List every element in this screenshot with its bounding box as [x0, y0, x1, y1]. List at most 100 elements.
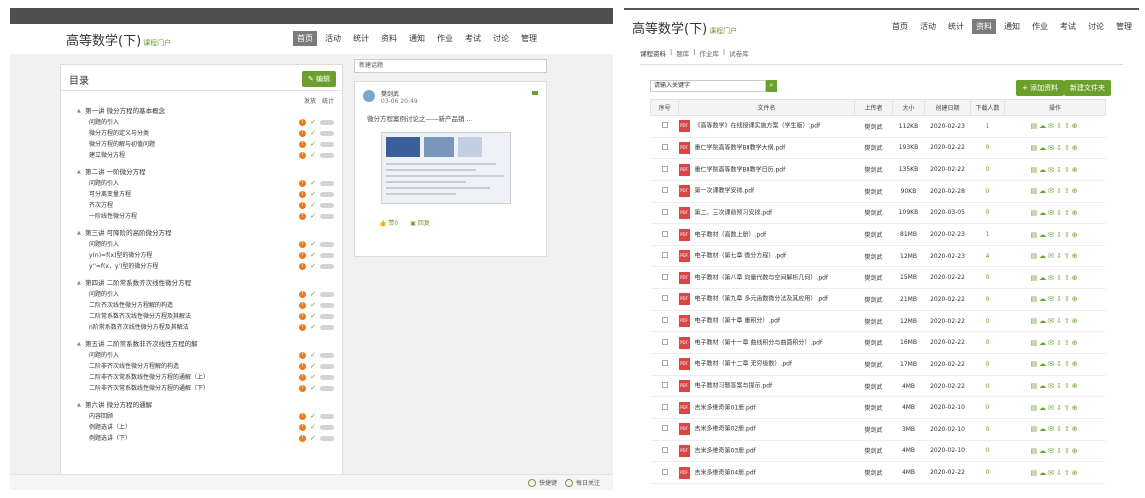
message-icon[interactable]: ✉: [1048, 404, 1056, 412]
file-name-link[interactable]: 《高等数学》在线授课实施方案（学生版）.pdf: [695, 123, 821, 130]
table-row[interactable]: PDF 重仁学院高等数学BⅡ教学大纲.pdf 樊剑武 193KB 2020-02-22 0…: [650, 137, 1106, 160]
more-icon[interactable]: ⊕: [1072, 295, 1080, 303]
upload-icon[interactable]: ☁: [1039, 122, 1048, 130]
alert-icon[interactable]: !: [299, 291, 307, 298]
message-icon[interactable]: ✉: [1048, 339, 1056, 347]
alert-icon[interactable]: !: [299, 263, 307, 270]
row-checkbox[interactable]: [661, 143, 668, 150]
message-icon[interactable]: ✉: [1048, 209, 1056, 217]
chapter-title[interactable]: ▲ 第一讲 微分方程的基本概念: [77, 105, 334, 117]
edit-button[interactable]: ✎ 编辑: [301, 71, 336, 87]
section-item[interactable]: 一阶线性微分方程! ✓: [77, 211, 334, 222]
alert-icon[interactable]: !: [299, 435, 307, 442]
nav-item[interactable]: 首页: [888, 19, 912, 34]
alert-icon[interactable]: !: [299, 152, 307, 159]
menu-icon[interactable]: [532, 91, 538, 95]
message-icon[interactable]: ✉: [1048, 122, 1056, 130]
nav-item[interactable]: 管理: [517, 31, 541, 46]
nav-item[interactable]: 作业: [1028, 19, 1052, 34]
nav-item[interactable]: 作业: [433, 31, 457, 46]
new-folder-button[interactable]: 新建文件夹: [1064, 80, 1111, 96]
upload-icon[interactable]: ☁: [1039, 447, 1048, 455]
download-icon[interactable]: ⇩: [1056, 360, 1064, 368]
section-item[interactable]: 微分方程的解与初值问题! ✓: [77, 139, 334, 150]
view-icon[interactable]: ▤: [1030, 469, 1039, 477]
section-item[interactable]: 例题选讲（上）! ✓: [77, 422, 334, 433]
message-icon[interactable]: ✉: [1048, 295, 1056, 303]
upload-icon[interactable]: ☁: [1039, 360, 1048, 368]
section-item[interactable]: 问题的引入! ✓: [77, 178, 334, 189]
more-icon[interactable]: ⊕: [1072, 469, 1080, 477]
post-title[interactable]: 微分方程案例讨论之——新产品销 ...: [367, 113, 473, 123]
message-icon[interactable]: ✉: [1048, 187, 1056, 195]
tab-item[interactable]: 题库: [676, 48, 689, 58]
view-icon[interactable]: ▤: [1030, 360, 1039, 368]
column-header[interactable]: 文件名: [678, 99, 855, 116]
message-icon[interactable]: ✉: [1048, 360, 1056, 368]
nav-item[interactable]: 通知: [1000, 19, 1024, 34]
table-row[interactable]: PDF 电子教材（第十二章 无穷级数）.pdf 樊剑武 17MB 2020-02-22 0…: [650, 353, 1106, 376]
share-icon[interactable]: ⇧: [1064, 425, 1072, 433]
download-icon[interactable]: ⇩: [1056, 469, 1064, 477]
column-header[interactable]: 下载人数: [970, 99, 1005, 116]
section-item[interactable]: 内容回顾! ✓: [77, 411, 334, 422]
share-icon[interactable]: ⇧: [1064, 295, 1072, 303]
daily-focus-button[interactable]: 每日关注: [565, 478, 600, 487]
view-icon[interactable]: ▤: [1030, 231, 1039, 239]
section-item[interactable]: 问题的引入! ✓: [77, 289, 334, 300]
collapse-arrow-icon[interactable]: ▲: [77, 399, 85, 411]
alert-icon[interactable]: !: [299, 252, 307, 259]
more-icon[interactable]: ⊕: [1072, 231, 1080, 239]
table-row[interactable]: PDF 电子教材（第十一章 曲线积分与曲面积分）.pdf 樊剑武 16MB 2020-0…: [650, 331, 1106, 355]
download-icon[interactable]: ⇩: [1056, 187, 1064, 195]
row-checkbox[interactable]: [661, 165, 668, 172]
alert-icon[interactable]: !: [299, 374, 307, 381]
file-name-link[interactable]: 吉米多维奇第01册.pdf: [695, 404, 756, 411]
post-thumbnail[interactable]: [381, 132, 511, 204]
section-item[interactable]: 二阶常系数齐次线性微分方程及其解法! ✓: [77, 311, 334, 322]
section-item[interactable]: 可分离变量方程! ✓: [77, 189, 334, 200]
view-icon[interactable]: ▤: [1030, 317, 1039, 325]
section-item[interactable]: 建立微分方程! ✓: [77, 150, 334, 161]
alert-icon[interactable]: !: [299, 141, 307, 148]
chapter-title[interactable]: ▲ 第二讲 一阶微分方程: [77, 166, 334, 178]
table-row[interactable]: PDF 《高等数学》在线授课实施方案（学生版）.pdf 樊剑武 112KB 2020-0…: [650, 115, 1106, 138]
download-icon[interactable]: ⇩: [1056, 274, 1064, 282]
table-row[interactable]: PDF 重仁学院高等数学BⅡ教学日历.pdf 樊剑武 135KB 2020-02-22 0…: [650, 158, 1106, 181]
section-item[interactable]: 齐次方程! ✓: [77, 200, 334, 211]
row-checkbox[interactable]: [661, 317, 668, 324]
message-icon[interactable]: ✉: [1048, 317, 1056, 325]
row-checkbox[interactable]: [661, 360, 668, 367]
view-icon[interactable]: ▤: [1030, 404, 1039, 412]
message-icon[interactable]: ✉: [1048, 447, 1056, 455]
view-icon[interactable]: ▤: [1030, 382, 1039, 390]
file-name-link[interactable]: 吉米多维奇第03册.pdf: [695, 447, 756, 454]
file-name-link[interactable]: 吉米多维奇第02册.pdf: [695, 426, 756, 433]
reply-button[interactable]: ▣ 回复: [410, 218, 430, 227]
upload-icon[interactable]: ☁: [1039, 382, 1048, 390]
more-icon[interactable]: ⊕: [1072, 360, 1080, 368]
like-button[interactable]: 👍 赞0: [379, 218, 398, 227]
more-icon[interactable]: ⊕: [1072, 122, 1080, 130]
search-input[interactable]: 请输入关键字: [650, 80, 766, 92]
collapse-arrow-icon[interactable]: ▲: [77, 338, 85, 350]
download-icon[interactable]: ⇩: [1056, 382, 1064, 390]
collapse-arrow-icon[interactable]: ▲: [77, 105, 85, 117]
collapse-arrow-icon[interactable]: ▲: [77, 227, 85, 239]
alert-icon[interactable]: !: [299, 180, 307, 187]
nav-item[interactable]: 讨论: [489, 31, 513, 46]
upload-icon[interactable]: ☁: [1039, 144, 1048, 152]
download-icon[interactable]: ⇩: [1056, 339, 1064, 347]
file-name-link[interactable]: 电子教材（第九章 多元函数微分法及其应用）.pdf: [695, 296, 829, 303]
share-icon[interactable]: ⇧: [1064, 404, 1072, 412]
more-icon[interactable]: ⊕: [1072, 339, 1080, 347]
table-row[interactable]: PDF 电子教材（第十章 重积分）.pdf 樊剑武 12MB 2020-02-22 0 ▤☁…: [650, 310, 1106, 333]
alert-icon[interactable]: !: [299, 130, 307, 137]
file-name-link[interactable]: 第一次课教学安排.pdf: [695, 188, 755, 195]
download-icon[interactable]: ⇩: [1056, 252, 1064, 260]
file-name-link[interactable]: 重仁学院高等数学BⅡ教学大纲.pdf: [695, 144, 786, 151]
tab-item[interactable]: 课程资料: [640, 48, 666, 58]
section-item[interactable]: 例题选讲（下）! ✓: [77, 433, 334, 444]
table-row[interactable]: PDF 电子教材习题答案与提示.pdf 樊剑武 4MB 2020-02-22 0 ▤☁✉⇩⇧…: [650, 375, 1106, 398]
collapse-arrow-icon[interactable]: ▲: [77, 166, 85, 178]
